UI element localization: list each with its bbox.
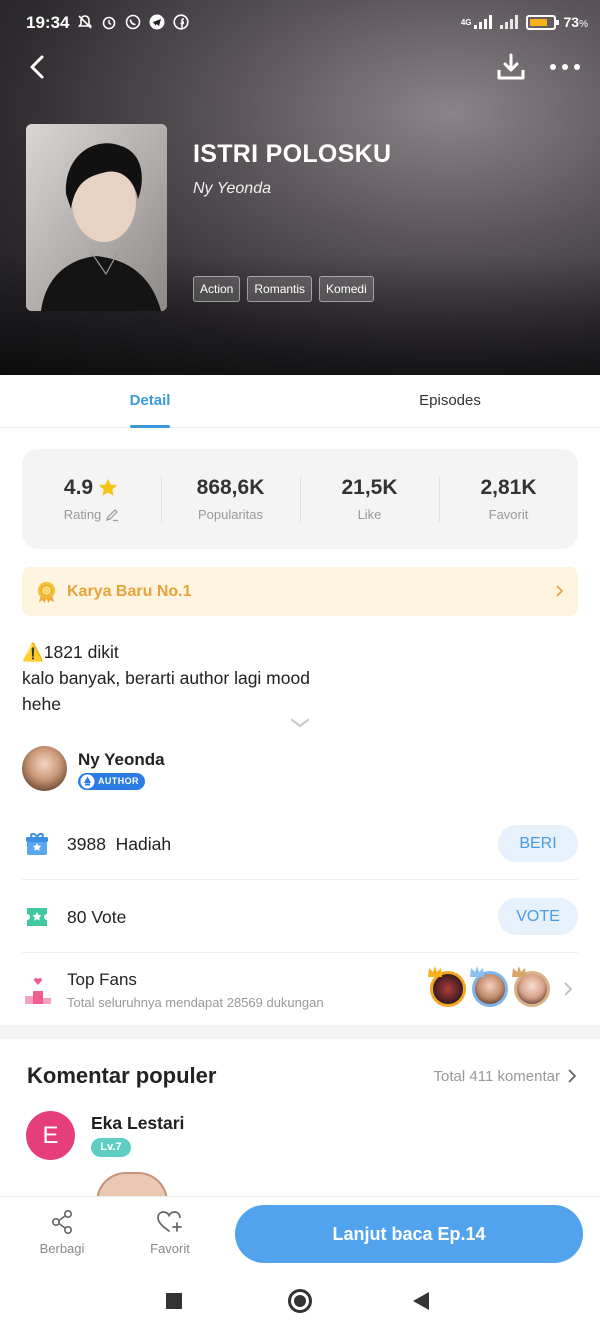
network-type: 4G xyxy=(460,17,472,27)
vote-row: 80 Vote VOTE xyxy=(22,881,578,953)
comments-total-link[interactable]: Total 411 komentar xyxy=(434,1068,560,1085)
stats-card: 4.9 Rating 868,6K Popularitas 21,5K Like… xyxy=(22,449,578,549)
signal-icon xyxy=(473,15,492,29)
stat-label: Rating xyxy=(63,507,102,522)
tab-detail[interactable]: Detail xyxy=(0,392,300,409)
mute-icon xyxy=(76,13,94,31)
commenter-name: Eka Lestari xyxy=(91,1113,185,1133)
level-badge: Lv.7 xyxy=(91,1138,131,1157)
chevron-down-icon xyxy=(290,718,310,728)
chevron-left-icon xyxy=(30,55,44,79)
back-button[interactable] xyxy=(22,50,56,84)
stat-rating[interactable]: 4.9 Rating xyxy=(22,476,161,522)
battery-level: 73% xyxy=(563,14,588,30)
star-icon xyxy=(99,478,118,496)
award-label: Karya Baru No.1 xyxy=(67,583,192,600)
stat-value: 4.9 xyxy=(63,476,94,499)
chevron-right-icon xyxy=(556,585,564,597)
favorite-button[interactable]: Favorit xyxy=(140,1209,200,1256)
vote-label: 80 Vote xyxy=(67,907,127,927)
award-banner[interactable]: Karya Baru No.1 xyxy=(22,567,578,616)
download-button[interactable] xyxy=(494,50,528,84)
avatar[interactable] xyxy=(22,746,67,791)
expand-synopsis-button[interactable] xyxy=(289,715,311,731)
vote-button[interactable]: VOTE xyxy=(498,898,578,935)
top-fans-subtitle: Total seluruhnya mendapat 28569 dukungan xyxy=(67,995,324,1010)
pencil-icon xyxy=(106,508,119,521)
download-icon xyxy=(497,53,525,80)
book-title: ISTRI POLOSKU xyxy=(193,140,392,168)
telegram-icon xyxy=(148,13,166,31)
status-time: 19:34 xyxy=(26,13,70,32)
book-cover-image xyxy=(26,124,167,311)
system-indicators: 4G 73% xyxy=(461,14,588,30)
recent-apps-icon[interactable] xyxy=(166,1293,182,1309)
stat-popularity: 868,6K Popularitas xyxy=(161,476,300,522)
section-divider xyxy=(0,1025,600,1039)
stat-label: Favorit xyxy=(488,507,529,522)
fan-avatar[interactable] xyxy=(512,966,550,1007)
gift-icon xyxy=(26,833,48,855)
stat-label: Popularitas xyxy=(197,507,264,522)
battery-icon xyxy=(525,14,559,30)
more-dots-icon xyxy=(550,64,580,70)
share-button[interactable]: Berbagi xyxy=(32,1209,92,1256)
top-fans-row[interactable]: Top Fans Total seluruhnya mendapat 28569… xyxy=(22,953,578,1025)
bottom-action-bar: Berbagi Favorit Lanjut baca Ep.14 xyxy=(0,1196,600,1270)
more-button[interactable] xyxy=(546,50,584,84)
stat-favorite: 2,81K Favorit xyxy=(439,476,578,522)
tab-episodes[interactable]: Episodes xyxy=(300,392,600,409)
give-gift-button[interactable]: BERI xyxy=(498,825,578,862)
genre-tag[interactable]: Komedi xyxy=(319,276,374,302)
signal-icon-2 xyxy=(499,15,518,29)
medal-icon xyxy=(37,581,56,604)
fan-avatar[interactable] xyxy=(470,966,508,1007)
avatar[interactable]: E xyxy=(26,1111,75,1160)
favorite-label: Favorit xyxy=(150,1241,190,1256)
status-bar: 19:34 4G 73% xyxy=(0,0,600,46)
home-icon[interactable] xyxy=(288,1289,312,1313)
podium-icon xyxy=(25,977,51,1004)
gift-row: 3988 Hadiah BERI xyxy=(22,808,578,880)
stat-like: 21,5K Like xyxy=(300,476,439,522)
tab-bar: Detail Episodes xyxy=(0,375,600,428)
genre-tags: Action Romantis Komedi xyxy=(193,276,374,302)
crown-icon xyxy=(428,966,442,977)
gift-label: 3988 Hadiah xyxy=(67,834,172,854)
chevron-right-icon xyxy=(568,1069,577,1083)
comments-title: Komentar populer xyxy=(27,1063,217,1088)
genre-tag[interactable]: Romantis xyxy=(247,276,313,302)
facebook-icon xyxy=(172,13,190,31)
heart-plus-icon xyxy=(157,1211,182,1232)
synopsis: ⚠️1821 dikit kalo banyak, berarti author… xyxy=(22,639,542,717)
genre-tag[interactable]: Action xyxy=(193,276,241,302)
crown-icon xyxy=(470,966,484,977)
author-row[interactable]: Ny Yeonda AUTHOR xyxy=(22,746,578,792)
back-triangle-icon[interactable] xyxy=(413,1292,429,1310)
top-fans-title: Top Fans xyxy=(67,970,137,989)
crown-icon xyxy=(512,966,526,977)
share-label: Berbagi xyxy=(39,1241,85,1256)
author-name: Ny Yeonda xyxy=(78,750,165,769)
synopsis-line: ⚠️1821 dikit xyxy=(22,642,119,662)
continue-reading-button[interactable]: Lanjut baca Ep.14 xyxy=(235,1205,583,1263)
author-badge: AUTHOR xyxy=(78,773,145,790)
synopsis-line: hehe xyxy=(22,694,61,714)
synopsis-line: kalo banyak, berarti author lagi mood xyxy=(22,668,310,688)
chevron-right-icon xyxy=(564,982,573,996)
author-badge-icon xyxy=(80,774,95,789)
whatsapp-icon xyxy=(124,13,142,31)
notification-icons xyxy=(76,13,190,31)
fan-avatar[interactable] xyxy=(428,966,466,1007)
book-author[interactable]: Ny Yeonda xyxy=(193,180,271,198)
alarm-icon xyxy=(100,13,118,31)
vote-ticket-icon xyxy=(27,908,47,926)
share-icon xyxy=(51,1209,73,1234)
stat-value: 2,81K xyxy=(480,476,537,499)
active-tab-indicator xyxy=(130,425,170,428)
stat-value: 21,5K xyxy=(341,476,398,499)
system-navigation-bar xyxy=(0,1270,600,1333)
stat-value: 868,6K xyxy=(196,476,265,499)
stat-label: Like xyxy=(357,507,382,522)
